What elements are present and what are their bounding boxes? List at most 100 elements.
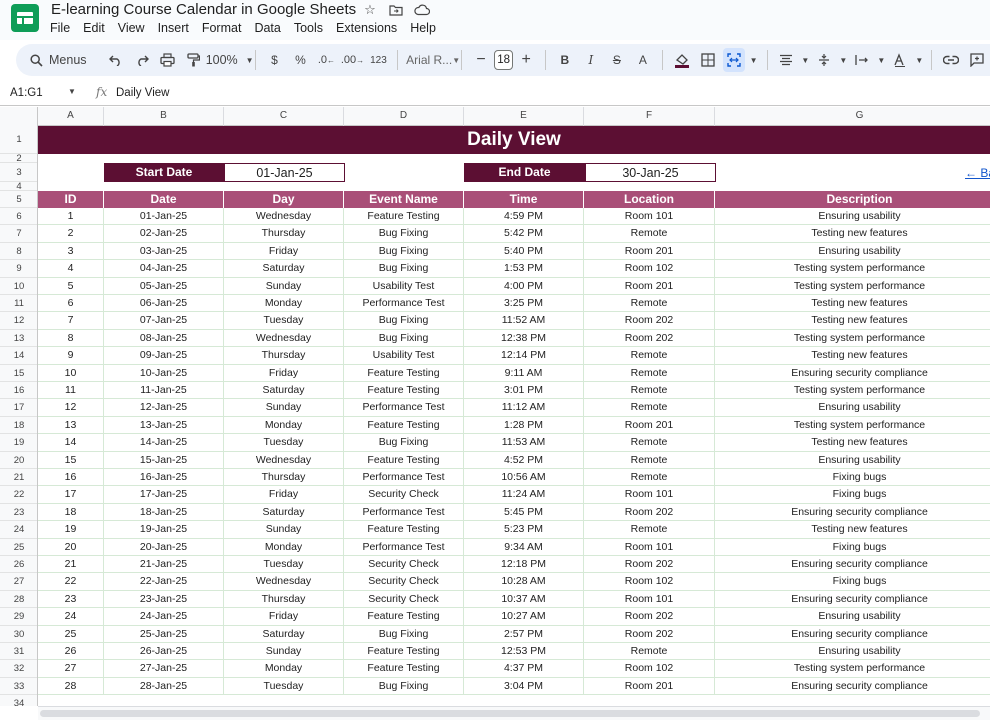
day-cell[interactable]: Friday bbox=[224, 608, 344, 626]
description-cell[interactable]: Testing system performance bbox=[715, 417, 990, 434]
column-header-e[interactable]: E bbox=[464, 107, 584, 126]
menu-extensions[interactable]: Extensions bbox=[336, 21, 397, 35]
time-cell[interactable]: 5:23 PM bbox=[464, 521, 584, 539]
day-cell[interactable]: Sunday bbox=[224, 643, 344, 660]
row-header[interactable]: 1 bbox=[0, 126, 37, 154]
location-cell[interactable]: Remote bbox=[584, 521, 715, 539]
chevron-down-icon[interactable]: ▼ bbox=[877, 48, 885, 72]
event-name-cell[interactable]: Performance Test bbox=[344, 469, 464, 486]
location-cell[interactable]: Remote bbox=[584, 643, 715, 660]
date-cell[interactable]: 24-Jan-25 bbox=[104, 608, 224, 626]
strikethrough-button[interactable]: S bbox=[606, 48, 628, 72]
time-cell[interactable]: 4:52 PM bbox=[464, 451, 584, 469]
location-cell[interactable]: Room 202 bbox=[584, 556, 715, 573]
id-cell[interactable]: 15 bbox=[38, 451, 104, 469]
event-name-cell[interactable]: Security Check bbox=[344, 556, 464, 573]
time-cell[interactable]: 12:38 PM bbox=[464, 329, 584, 347]
id-cell[interactable]: 8 bbox=[38, 329, 104, 347]
menu-file[interactable]: File bbox=[50, 21, 70, 35]
day-cell[interactable]: Friday bbox=[224, 242, 344, 260]
id-cell[interactable]: 12 bbox=[38, 399, 104, 417]
time-cell[interactable]: 12:53 PM bbox=[464, 643, 584, 660]
id-cell[interactable]: 25 bbox=[38, 625, 104, 643]
row-header[interactable]: 20 bbox=[0, 452, 37, 469]
text-color-button[interactable]: A bbox=[632, 48, 654, 72]
row-header[interactable]: 32 bbox=[0, 660, 37, 678]
location-cell[interactable]: Room 201 bbox=[584, 277, 715, 295]
event-name-cell[interactable]: Usability Test bbox=[344, 347, 464, 365]
location-cell[interactable]: Remote bbox=[584, 469, 715, 486]
time-cell[interactable]: 9:11 AM bbox=[464, 364, 584, 382]
id-cell[interactable]: 10 bbox=[38, 364, 104, 382]
row-header[interactable]: 4 bbox=[0, 182, 37, 191]
time-cell[interactable]: 3:25 PM bbox=[464, 295, 584, 312]
id-cell[interactable]: 11 bbox=[38, 382, 104, 399]
row-header[interactable]: 2 bbox=[0, 154, 37, 163]
time-cell[interactable]: 5:40 PM bbox=[464, 242, 584, 260]
row-header[interactable]: 13 bbox=[0, 330, 37, 348]
time-cell[interactable]: 4:37 PM bbox=[464, 660, 584, 678]
day-cell[interactable]: Tuesday bbox=[224, 677, 344, 695]
horizontal-align-icon[interactable] bbox=[775, 48, 797, 72]
insert-comment-icon[interactable] bbox=[966, 48, 988, 72]
menu-tools[interactable]: Tools bbox=[294, 21, 323, 35]
sheet-grid[interactable]: Daily View Start Date 01-Jan-25 End Date… bbox=[38, 126, 990, 706]
day-cell[interactable]: Sunday bbox=[224, 521, 344, 539]
description-cell[interactable]: Ensuring security compliance bbox=[715, 591, 990, 608]
row-header[interactable]: 3 bbox=[0, 163, 37, 182]
menu-view[interactable]: View bbox=[118, 21, 145, 35]
time-cell[interactable]: 10:37 AM bbox=[464, 590, 584, 608]
description-cell[interactable]: Testing new features bbox=[715, 521, 990, 538]
time-cell[interactable]: 5:42 PM bbox=[464, 225, 584, 243]
time-cell[interactable]: 3:01 PM bbox=[464, 382, 584, 399]
event-name-cell[interactable]: Bug Fixing bbox=[344, 625, 464, 643]
event-name-cell[interactable]: Feature Testing bbox=[344, 660, 464, 678]
description-cell[interactable]: Ensuring usability bbox=[715, 608, 990, 625]
time-cell[interactable]: 10:28 AM bbox=[464, 573, 584, 591]
date-cell[interactable]: 16-Jan-25 bbox=[104, 469, 224, 486]
location-cell[interactable]: Room 102 bbox=[584, 573, 715, 591]
day-cell[interactable]: Thursday bbox=[224, 590, 344, 608]
day-cell[interactable]: Sunday bbox=[224, 277, 344, 295]
day-cell[interactable]: Saturday bbox=[224, 382, 344, 399]
id-cell[interactable]: 1 bbox=[38, 208, 104, 225]
description-cell[interactable]: Ensuring usability bbox=[715, 399, 990, 416]
event-name-cell[interactable]: Bug Fixing bbox=[344, 329, 464, 347]
date-cell[interactable]: 17-Jan-25 bbox=[104, 486, 224, 504]
time-cell[interactable]: 11:24 AM bbox=[464, 486, 584, 504]
row-header[interactable]: 16 bbox=[0, 382, 37, 400]
event-name-cell[interactable]: Feature Testing bbox=[344, 382, 464, 399]
location-cell[interactable]: Room 102 bbox=[584, 660, 715, 678]
row-header[interactable]: 24 bbox=[0, 521, 37, 539]
date-cell[interactable]: 09-Jan-25 bbox=[104, 347, 224, 365]
location-cell[interactable]: Remote bbox=[584, 382, 715, 399]
time-cell[interactable]: 3:04 PM bbox=[464, 677, 584, 695]
time-cell[interactable]: 12:18 PM bbox=[464, 556, 584, 573]
description-cell[interactable]: Testing system performance bbox=[715, 330, 990, 347]
font-size-input[interactable]: 18 bbox=[494, 50, 514, 70]
time-cell[interactable]: 1:53 PM bbox=[464, 260, 584, 278]
description-cell[interactable]: Fixing bugs bbox=[715, 573, 990, 590]
day-cell[interactable]: Tuesday bbox=[224, 312, 344, 330]
description-cell[interactable]: Ensuring security compliance bbox=[715, 556, 990, 573]
date-cell[interactable]: 14-Jan-25 bbox=[104, 434, 224, 452]
day-cell[interactable]: Wednesday bbox=[224, 451, 344, 469]
day-cell[interactable]: Thursday bbox=[224, 225, 344, 243]
row-header[interactable]: 25 bbox=[0, 539, 37, 556]
description-cell[interactable]: Testing new features bbox=[715, 312, 990, 329]
row-header[interactable]: 9 bbox=[0, 260, 37, 278]
event-name-cell[interactable]: Feature Testing bbox=[344, 643, 464, 660]
id-cell[interactable]: 4 bbox=[38, 260, 104, 278]
column-header-c[interactable]: C bbox=[224, 107, 344, 126]
header-day[interactable]: Day bbox=[224, 191, 344, 208]
header-time[interactable]: Time bbox=[464, 191, 584, 208]
increase-font-size-icon[interactable]: + bbox=[515, 48, 537, 72]
select-all-corner[interactable] bbox=[0, 107, 38, 126]
date-cell[interactable]: 02-Jan-25 bbox=[104, 225, 224, 243]
id-cell[interactable]: 7 bbox=[38, 312, 104, 330]
document-title[interactable]: E-learning Course Calendar in Google She… bbox=[51, 1, 356, 18]
date-cell[interactable]: 04-Jan-25 bbox=[104, 260, 224, 278]
cloud-status-icon[interactable] bbox=[414, 2, 430, 18]
date-cell[interactable]: 26-Jan-25 bbox=[104, 643, 224, 660]
column-header-b[interactable]: B bbox=[104, 107, 224, 126]
